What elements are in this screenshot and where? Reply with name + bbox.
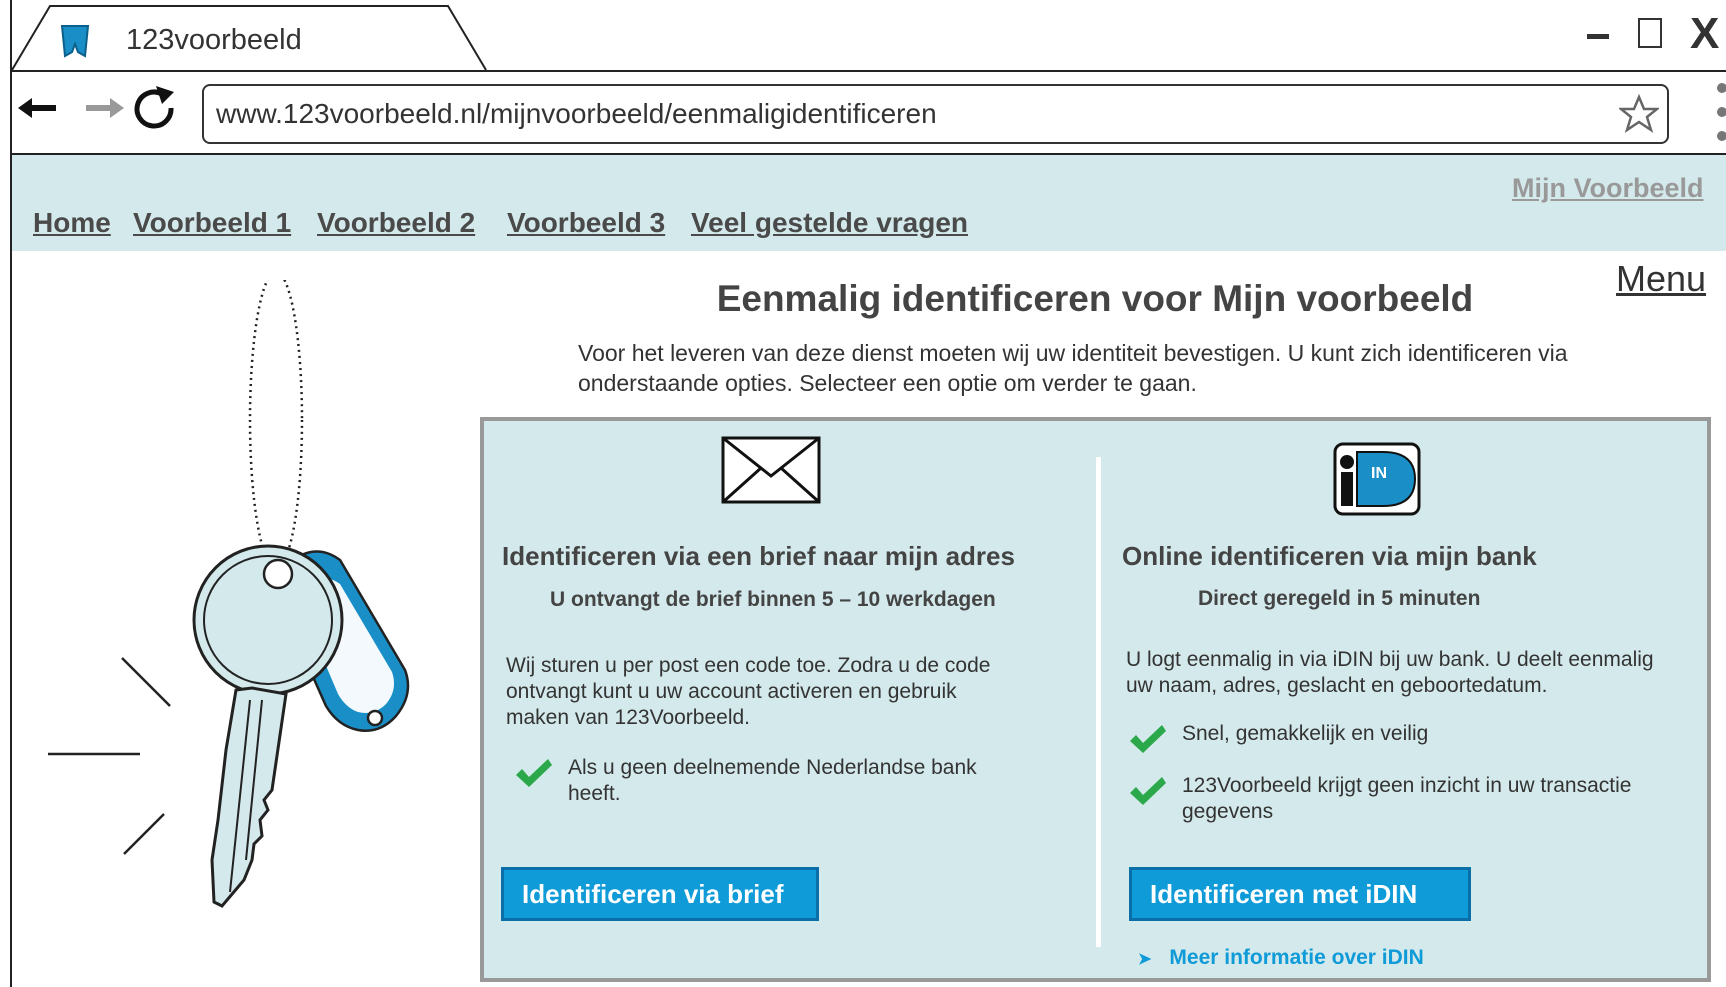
nav-voorbeeld-1[interactable]: Voorbeeld 1 <box>133 207 291 239</box>
letter-benefit-line-2: heeft. <box>568 782 621 805</box>
site-favicon-icon <box>60 25 90 58</box>
idin-desc-line-2: uw naam, adres, geslacht en geboortedatu… <box>1126 674 1548 697</box>
idin-benefit-text-1: Snel, gemakkelijk en veilig <box>1182 722 1429 745</box>
idin-logo-icon: IN <box>1333 442 1421 516</box>
nav-home[interactable]: Home <box>33 207 111 239</box>
letter-desc-line-2: ontvangt kunt u uw account activeren en … <box>506 680 957 703</box>
envelope-icon <box>721 436 821 504</box>
checkmark-icon <box>1130 777 1166 805</box>
letter-desc-line-1: Wij sturen u per post een code toe. Zodr… <box>506 654 991 677</box>
nav-faq[interactable]: Veel gestelde vragen <box>691 207 968 239</box>
key-illustration <box>48 280 410 908</box>
intro-line-2: onderstaande opties. Selecteer een optie… <box>578 370 1197 396</box>
letter-option-title: Identificeren via een brief naar mijn ad… <box>502 541 1015 571</box>
checkmark-icon <box>1130 725 1166 753</box>
letter-option-subtitle: U ontvangt de brief binnen 5 – 10 werkda… <box>550 588 996 611</box>
close-icon[interactable]: X <box>1690 12 1719 56</box>
back-arrow-icon[interactable] <box>18 98 56 118</box>
idin-benefit-2-line-1: 123Voorbeeld krijgt geen inzicht in uw t… <box>1182 774 1632 797</box>
forward-arrow-icon[interactable] <box>86 98 124 118</box>
idin-desc-line-1: U logt eenmalig in via iDIN bij uw bank.… <box>1126 648 1654 671</box>
idin-benefit-item: 123Voorbeeld krijgt geen inzicht in uw t… <box>1128 773 1688 833</box>
options-panel: Identificeren via een brief naar mijn ad… <box>480 417 1711 982</box>
letter-benefit-text: Als u geen deelnemende Nederlandse bank … <box>568 755 977 807</box>
intro-text: Voor het leveren van deze dienst moeten … <box>578 338 1658 398</box>
idin-benefit-2-line-2: gegevens <box>1182 800 1274 823</box>
identify-via-letter-button[interactable]: Identificeren via brief <box>501 867 819 921</box>
more-info-idin-label: Meer informatie over iDIN <box>1169 946 1424 969</box>
checkmark-icon <box>516 759 552 787</box>
letter-desc-line-3: maken van 123Voorbeeld. <box>506 706 751 729</box>
nav-voorbeeld-2[interactable]: Voorbeeld 2 <box>317 207 475 239</box>
idin-option-subtitle: Direct geregeld in 5 minuten <box>1198 587 1481 610</box>
arrow-bullet-icon: ➤ <box>1138 951 1152 968</box>
reload-icon[interactable] <box>134 86 174 129</box>
kebab-menu-icon[interactable] <box>1714 80 1726 150</box>
tab-divider <box>10 70 1726 72</box>
minimize-icon[interactable] <box>1587 34 1609 39</box>
address-bar[interactable]: www.123voorbeeld.nl/mijnvoorbeeld/eenmal… <box>202 84 1669 144</box>
site-header: Mijn Voorbeeld Home Voorbeeld 1 Voorbeel… <box>12 155 1726 251</box>
idin-benefit-text-2: 123Voorbeeld krijgt geen inzicht in uw t… <box>1182 773 1631 825</box>
tab-title: 123voorbeeld <box>126 24 302 56</box>
page-title: Eenmalig identificeren voor Mijn voorbee… <box>716 278 1474 319</box>
idin-option-description: U logt eenmalig in via iDIN bij uw bank.… <box>1126 647 1654 699</box>
more-info-idin-link[interactable]: ➤ Meer informatie over iDIN <box>1138 946 1424 970</box>
url-text: www.123voorbeeld.nl/mijnvoorbeeld/eenmal… <box>216 98 937 129</box>
identify-with-idin-button[interactable]: Identificeren met iDIN <box>1129 867 1471 921</box>
idin-option-title: Online identificeren via mijn bank <box>1122 541 1537 571</box>
star-icon[interactable] <box>1619 94 1659 134</box>
letter-benefit-line-1: Als u geen deelnemende Nederlandse bank <box>568 756 977 779</box>
letter-benefit-item: Als u geen deelnemende Nederlandse bank … <box>514 755 1034 815</box>
idin-logo-text: IN <box>1371 465 1387 482</box>
letter-option-description: Wij sturen u per post een code toe. Zodr… <box>506 653 990 731</box>
idin-benefit-item: Snel, gemakkelijk en veilig <box>1128 721 1688 755</box>
maximize-icon[interactable] <box>1638 18 1662 48</box>
mijn-voorbeeld-link[interactable]: Mijn Voorbeeld <box>1512 173 1704 204</box>
intro-line-1: Voor het leveren van deze dienst moeten … <box>578 340 1568 366</box>
browser-nav-controls <box>18 86 174 129</box>
nav-voorbeeld-3[interactable]: Voorbeeld 3 <box>507 207 665 239</box>
panel-divider <box>1096 457 1101 947</box>
